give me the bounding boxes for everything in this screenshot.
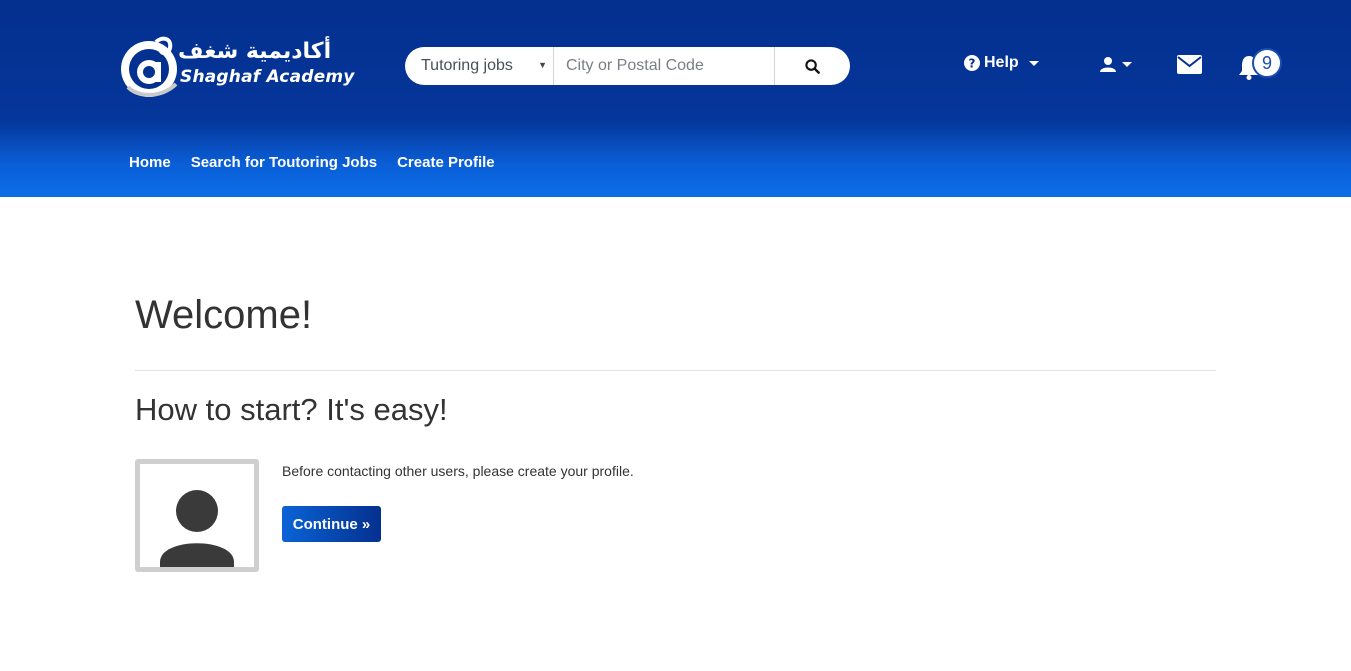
page-title: Welcome! xyxy=(135,293,313,337)
user-menu[interactable] xyxy=(1100,56,1132,72)
logo-latin-text: Shaghaf Academy xyxy=(180,67,355,87)
nav-item-home[interactable]: Home xyxy=(129,154,171,171)
help-menu[interactable]: ? Help xyxy=(964,54,1039,72)
select-caret-icon: ▼ xyxy=(538,60,547,70)
search-icon xyxy=(805,58,820,74)
svg-text:?: ? xyxy=(969,57,976,71)
user-icon xyxy=(1100,57,1116,72)
site-header: أكاديمية شغف Shaghaf Academy Tutoring jo… xyxy=(0,0,1351,197)
location-input[interactable] xyxy=(554,47,775,85)
envelope-icon xyxy=(1177,55,1202,74)
search-button[interactable] xyxy=(775,47,850,85)
messages-button[interactable] xyxy=(1177,55,1202,79)
nav-item-search-jobs[interactable]: Search for Toutoring Jobs xyxy=(191,154,377,171)
search-bar: Tutoring jobs ▼ xyxy=(405,47,850,85)
intro-text: Before contacting other users, please cr… xyxy=(282,463,634,479)
continue-button[interactable]: Continue » xyxy=(282,506,381,542)
section-heading: How to start? It's easy! xyxy=(135,392,448,427)
user-placeholder-icon xyxy=(160,490,234,567)
avatar-placeholder xyxy=(135,459,259,572)
help-label: Help xyxy=(984,54,1019,71)
category-select[interactable]: Tutoring jobs ▼ xyxy=(405,47,554,85)
notification-count-badge: 9 xyxy=(1252,48,1282,78)
chevron-down-icon xyxy=(1028,60,1039,66)
category-select-value: Tutoring jobs xyxy=(421,57,513,74)
chevron-down-icon xyxy=(1122,61,1132,67)
divider xyxy=(135,370,1216,371)
main-nav: Home Search for Toutoring Jobs Create Pr… xyxy=(129,154,495,171)
nav-item-create-profile[interactable]: Create Profile xyxy=(397,154,495,171)
question-circle-icon: ? xyxy=(964,55,980,71)
logo-arabic-text: أكاديمية شغف xyxy=(178,39,332,64)
